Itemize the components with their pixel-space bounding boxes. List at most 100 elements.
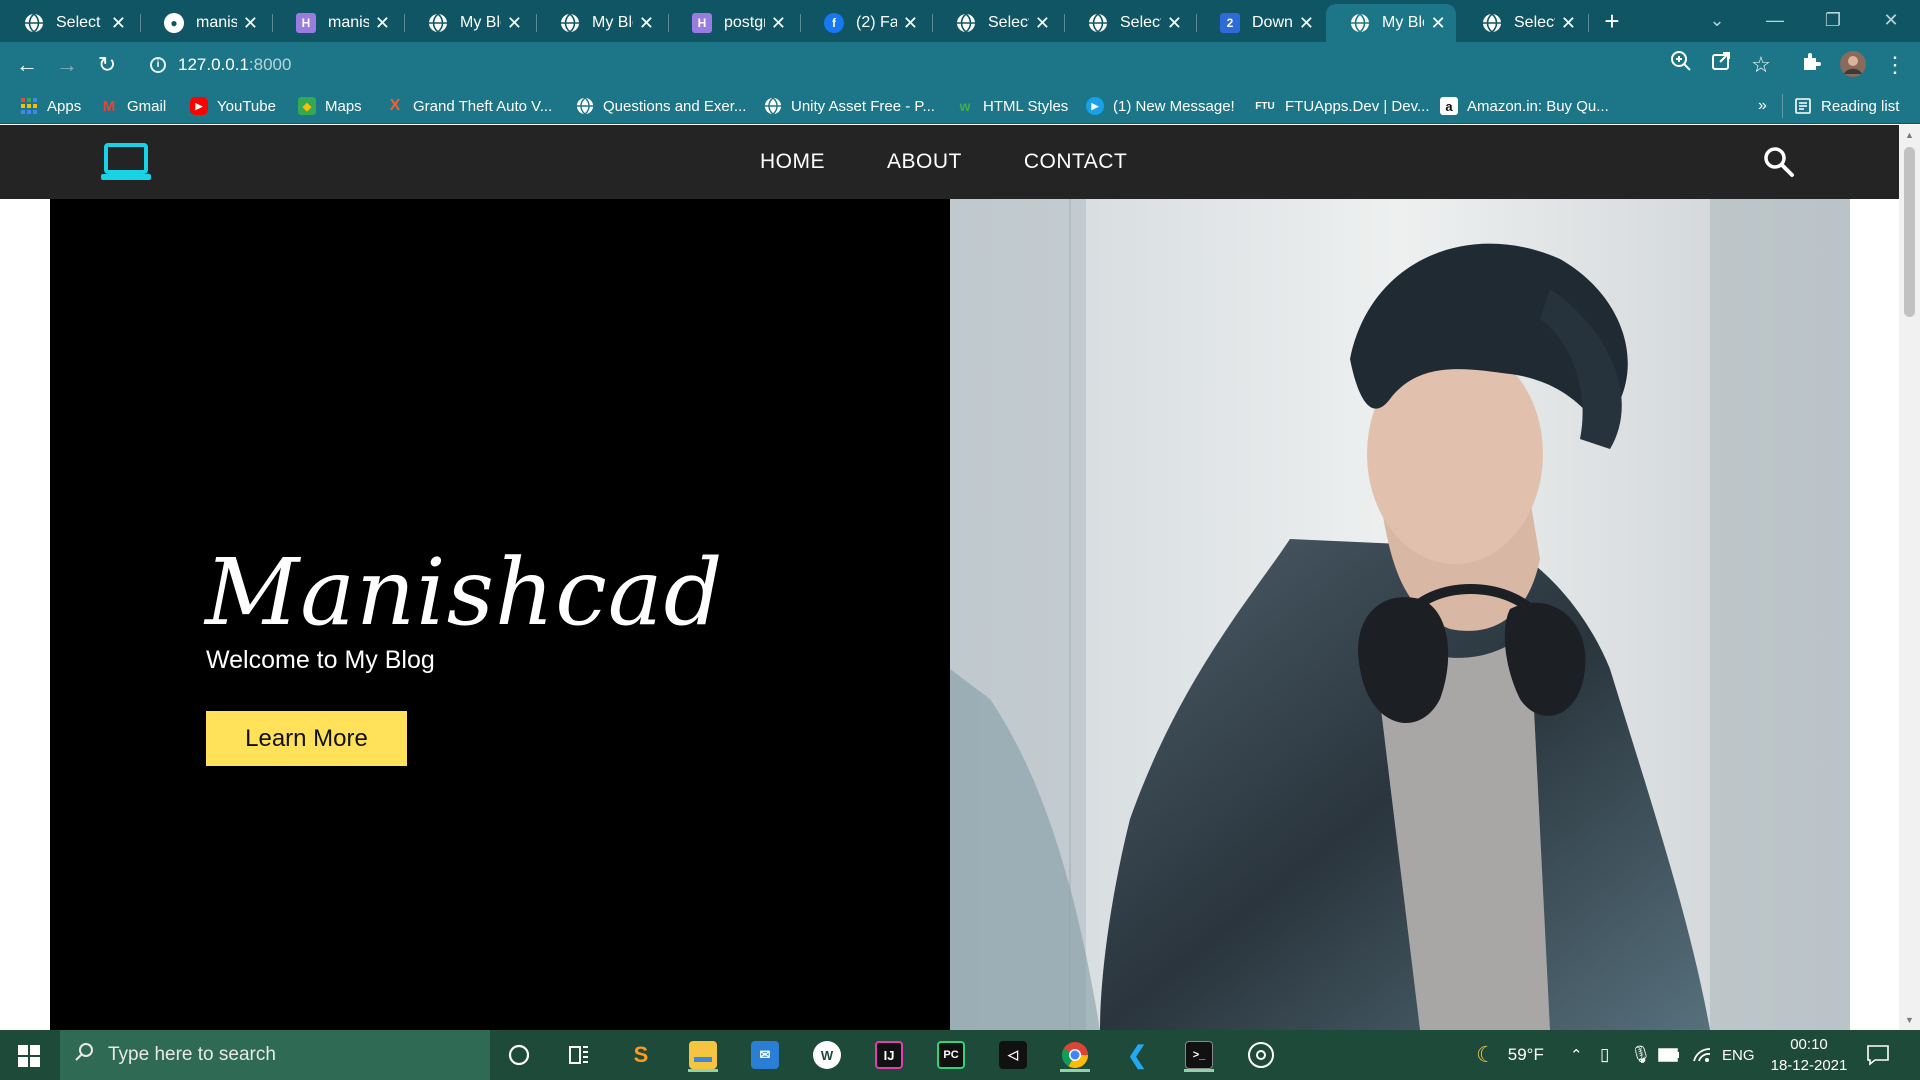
browser-tab-active[interactable]: My Blo ✕ [1326,4,1456,42]
address-bar[interactable]: i 127.0.0.1:8000 [140,47,1680,83]
sublime-text-icon[interactable]: S [622,1038,660,1072]
zoom-icon[interactable] [1666,50,1696,80]
browser-tab[interactable]: Select b ✕ [932,4,1060,42]
nav-contact-link[interactable]: CONTACT [1024,150,1127,174]
wifi-icon[interactable] [1692,1030,1712,1080]
restore-button[interactable]: ❐ [1810,6,1856,36]
browser-tab[interactable]: H manish ✕ [272,4,400,42]
close-icon[interactable]: ✕ [1430,13,1446,34]
page-scrollbar[interactable]: ▲ ▼ [1899,125,1920,1030]
minimize-button[interactable]: — [1752,6,1798,36]
weather-temp: 59°F [1507,1045,1544,1064]
new-tab-button[interactable]: + [1596,6,1628,38]
unity-icon[interactable]: ◁ [994,1038,1032,1072]
file-explorer-icon[interactable] [684,1038,722,1072]
notifications-icon[interactable] [1866,1030,1890,1080]
bookmark-new-message[interactable]: ▶ (1) New Message! [1086,95,1235,117]
extensions-puzzle-icon[interactable] [1796,50,1826,80]
bookmark-gta[interactable]: X Grand Theft Auto V... [386,95,553,117]
learn-more-button[interactable]: Learn More [206,711,407,766]
bookmark-html-styles[interactable]: w HTML Styles [956,95,1069,117]
browser-tab[interactable]: Select b ✕ [1458,4,1586,42]
close-icon[interactable]: ✕ [771,13,786,34]
windows-start-icon[interactable] [18,1045,40,1067]
obs-icon[interactable] [1242,1038,1280,1072]
play-icon: ▶ [1086,97,1104,115]
bookmark-unity[interactable]: Unity Asset Free - P... [764,95,935,117]
globe-icon [24,13,44,33]
cortana-icon[interactable] [500,1038,538,1072]
reload-icon[interactable]: ↻ [92,50,122,80]
close-icon[interactable]: ✕ [375,13,390,34]
share-icon[interactable] [1706,50,1736,80]
tab-title: manish [196,14,237,31]
laptop-logo-icon[interactable] [100,143,152,183]
browser-tab[interactable]: Select b ✕ [0,4,136,42]
close-icon[interactable]: ✕ [1561,13,1576,34]
site-info-icon[interactable]: i [150,57,166,73]
bookmark-star-icon[interactable]: ☆ [1746,50,1776,80]
browser-tab[interactable]: H postgre ✕ [668,4,796,42]
tab-title: manish [328,14,369,31]
close-icon[interactable]: ✕ [903,13,918,34]
menu-kebab-icon[interactable]: ⋮ [1880,50,1910,80]
weather-widget[interactable]: ☾ 59°F [1476,1030,1544,1080]
scroll-up-arrow-icon[interactable]: ▲ [1899,127,1920,143]
scrollbar-thumb[interactable] [1904,147,1915,317]
bookmark-ftuapps[interactable]: FTU FTUApps.Dev | Dev... [1254,95,1429,117]
battery-icon[interactable] [1658,1030,1680,1080]
reading-list-label: Reading list [1821,97,1900,115]
taskbar-search-box[interactable]: Type here to search [60,1030,490,1080]
search-icon[interactable] [1762,145,1796,179]
bookmark-label: Gmail [127,97,167,115]
tab-search-icon[interactable]: ⌄ [1694,6,1740,36]
globe-icon [1482,13,1502,33]
device-icon[interactable]: ▯ [1600,1030,1609,1080]
bookmark-youtube[interactable]: ▶ YouTube [190,95,276,117]
chrome-icon[interactable] [1056,1038,1094,1072]
mail-icon[interactable]: ✉ [746,1038,784,1072]
bookmarks-overflow-button[interactable]: » [1758,95,1767,117]
bookmark-questions[interactable]: Questions and Exer... [576,95,746,117]
reading-list-button[interactable]: Reading list [1794,95,1899,117]
window-close-button[interactable]: ✕ [1868,6,1914,36]
scroll-down-arrow-icon[interactable]: ▼ [1899,1012,1920,1028]
browser-tab[interactable]: f (2) Face ✕ [800,4,928,42]
vscode-icon[interactable]: ❮ [1118,1038,1156,1072]
browser-tab[interactable]: My Blo ✕ [536,4,664,42]
nav-home-link[interactable]: HOME [760,150,825,174]
tray-overflow-icon[interactable]: ⌃ [1570,1030,1583,1080]
bookmark-amazon[interactable]: a Amazon.in: Buy Qu... [1440,95,1609,117]
intellij-icon[interactable]: IJ [870,1038,908,1072]
heroku-icon: H [296,13,316,33]
forward-arrow-icon[interactable]: → [52,50,82,80]
terminal-icon[interactable]: >_ [1180,1038,1218,1072]
close-icon[interactable]: ✕ [1035,13,1050,34]
bookmark-gmail[interactable]: M Gmail [100,95,166,117]
hero-subtitle: Welcome to My Blog [206,646,435,674]
close-icon[interactable]: ✕ [639,13,654,34]
close-icon[interactable]: ✕ [507,13,522,34]
language-indicator[interactable]: ENG [1722,1030,1755,1080]
browser-tab[interactable]: Select b ✕ [1064,4,1192,42]
close-icon[interactable]: ✕ [1167,13,1182,34]
browser-tab[interactable]: My Blo ✕ [404,4,532,42]
close-icon[interactable]: ✕ [111,13,126,34]
bookmark-maps[interactable]: ◆ Maps [298,95,362,117]
microphone-icon[interactable]: 🎙 [1630,1030,1652,1080]
bookmark-label: Apps [47,97,82,115]
search-icon [74,1042,94,1068]
pycharm-icon[interactable]: PC [932,1038,970,1072]
whatsapp-icon[interactable]: W [808,1038,846,1072]
youtube-icon: ▶ [190,97,208,115]
profile-avatar[interactable] [1838,50,1868,80]
bookmark-apps[interactable]: Apps [20,95,81,117]
close-icon[interactable]: ✕ [243,13,258,34]
browser-tab[interactable]: ● manish ✕ [140,4,268,42]
task-view-icon[interactable] [560,1038,598,1072]
nav-about-link[interactable]: ABOUT [887,150,962,174]
browser-tab[interactable]: 2 Downlo ✕ [1196,4,1324,42]
taskbar-clock[interactable]: 00:10 18-12-2021 [1764,1034,1854,1076]
close-icon[interactable]: ✕ [1299,13,1314,34]
back-arrow-icon[interactable]: ← [12,50,42,80]
